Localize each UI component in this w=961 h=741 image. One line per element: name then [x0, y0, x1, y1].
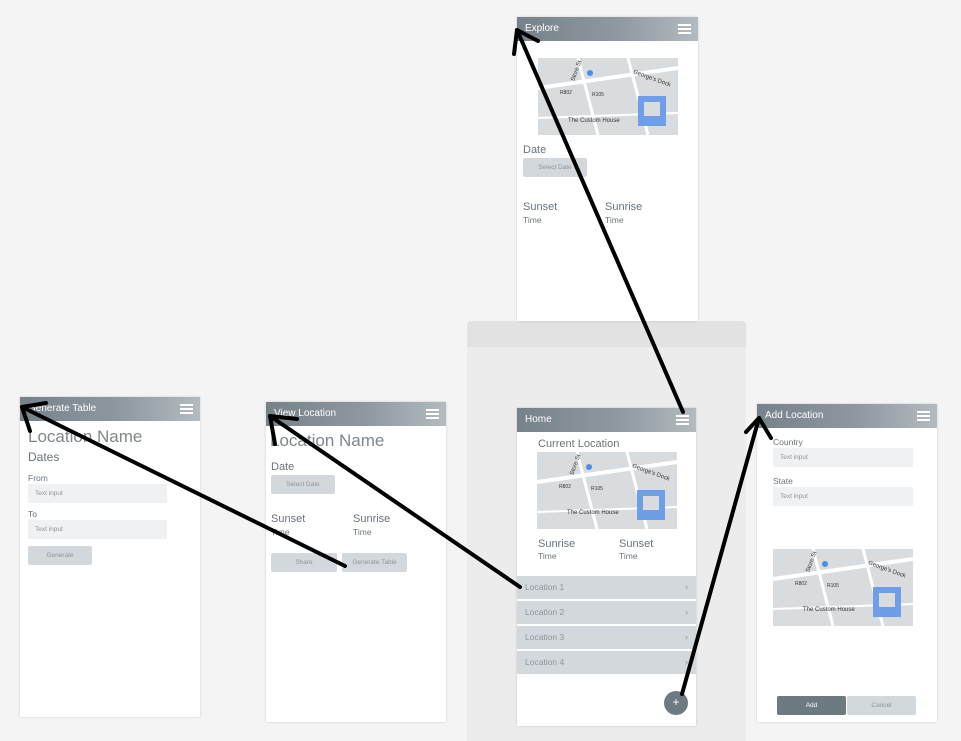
map-place-label: The Custom House: [803, 607, 855, 613]
menu-icon[interactable]: [676, 415, 689, 425]
map-place-label: The Custom House: [568, 118, 620, 124]
generate-table-button[interactable]: Generate Table: [342, 553, 407, 572]
location-list-item[interactable]: Location 1 ›: [517, 576, 696, 599]
current-location-label: Current Location: [538, 438, 620, 450]
generate-table-title: Generate Table: [28, 403, 97, 414]
state-label: State: [773, 476, 793, 486]
explore-screen: Explore The Custom House George's Dock S…: [517, 17, 698, 321]
device-frame-bar: [467, 321, 746, 347]
map-road-label: R802: [560, 90, 572, 96]
map-road-label: R105: [827, 583, 839, 589]
explore-date-label: Date: [523, 144, 547, 156]
explore-map[interactable]: The Custom House George's Dock Store St …: [538, 58, 678, 135]
chevron-right-icon: ›: [685, 607, 688, 617]
explore-sunset-label: Sunset: [523, 201, 558, 213]
location-list-item[interactable]: Location 2 ›: [517, 601, 696, 624]
location-list-item[interactable]: Location 3 ›: [517, 626, 696, 649]
view-location-header: View Location: [266, 402, 446, 426]
chevron-right-icon: ›: [685, 582, 688, 592]
to-label: To: [28, 509, 37, 519]
location-item-label: Location 4: [525, 657, 565, 667]
explore-sunrise-time: Time: [605, 215, 624, 225]
explore-title: Explore: [525, 23, 559, 34]
map-road-label: R802: [559, 484, 571, 490]
home-title: Home: [525, 414, 552, 425]
location-item-label: Location 1: [525, 582, 565, 592]
home-sunset-label: Sunset: [619, 538, 654, 550]
view-location-sunset-label: Sunset: [271, 513, 306, 525]
location-list-item[interactable]: Location 4 ›: [517, 651, 696, 674]
state-input[interactable]: Text input: [773, 487, 913, 506]
menu-icon[interactable]: [180, 404, 193, 414]
explore-select-date-button[interactable]: Select Date: [523, 158, 587, 177]
add-location-map[interactable]: The Custom House George's Dock Store St …: [773, 549, 913, 626]
add-button[interactable]: Add: [777, 696, 846, 715]
map-graphic: [773, 549, 913, 626]
home-screen: Home Current Location The Custom House G…: [517, 408, 696, 726]
add-location-title: Add Location: [765, 410, 824, 421]
generate-table-screen: Generate Table Location Name Dates From …: [20, 397, 200, 717]
menu-icon[interactable]: [678, 24, 691, 34]
home-map[interactable]: The Custom House George's Dock Store St …: [537, 452, 677, 529]
explore-sunset-time: Time: [523, 215, 542, 225]
view-location-sunrise-label: Sunrise: [353, 513, 391, 525]
view-location-sunrise-time: Time: [353, 527, 372, 537]
add-location-fab[interactable]: +: [664, 691, 688, 715]
add-location-header: Add Location: [757, 404, 937, 428]
home-sunrise-time: Time: [538, 551, 557, 561]
map-graphic: [537, 452, 677, 529]
menu-icon[interactable]: [917, 411, 930, 421]
explore-sunrise-label: Sunrise: [605, 201, 643, 213]
map-road-label: R105: [592, 92, 604, 98]
add-location-screen: Add Location Country Text input State Te…: [757, 404, 937, 722]
map-place-label: The Custom House: [567, 510, 619, 516]
view-location-screen: View Location Location Name Date Select …: [266, 402, 446, 722]
generate-table-dates-label: Dates: [28, 450, 60, 464]
map-road-label: R802: [795, 581, 807, 587]
chevron-right-icon: ›: [685, 632, 688, 642]
generate-button[interactable]: Generate: [28, 546, 92, 565]
home-header: Home: [517, 408, 696, 432]
view-location-date-label: Date: [271, 461, 295, 473]
to-input[interactable]: Text input: [28, 520, 167, 539]
chevron-right-icon: ›: [685, 657, 688, 667]
share-button[interactable]: Share: [271, 553, 337, 572]
menu-icon[interactable]: [426, 409, 439, 419]
home-sunrise-label: Sunrise: [538, 538, 576, 550]
explore-header: Explore: [517, 17, 698, 41]
home-sunset-time: Time: [619, 551, 638, 561]
country-label: Country: [773, 437, 803, 447]
from-label: From: [28, 473, 48, 483]
cancel-button[interactable]: Cancel: [847, 696, 916, 715]
view-location-title: View Location: [274, 408, 337, 419]
location-item-label: Location 3: [525, 632, 565, 642]
location-item-label: Location 2: [525, 607, 565, 617]
generate-table-header: Generate Table: [20, 397, 200, 421]
view-location-sunset-time: Time: [271, 527, 290, 537]
view-location-location-name: Location Name: [270, 431, 385, 450]
map-road-label: R105: [591, 486, 603, 492]
generate-table-location-name: Location Name: [28, 427, 143, 446]
country-input[interactable]: Text input: [773, 448, 913, 467]
from-input[interactable]: Text input: [28, 484, 167, 503]
view-location-select-date-button[interactable]: Select Date: [271, 475, 335, 494]
